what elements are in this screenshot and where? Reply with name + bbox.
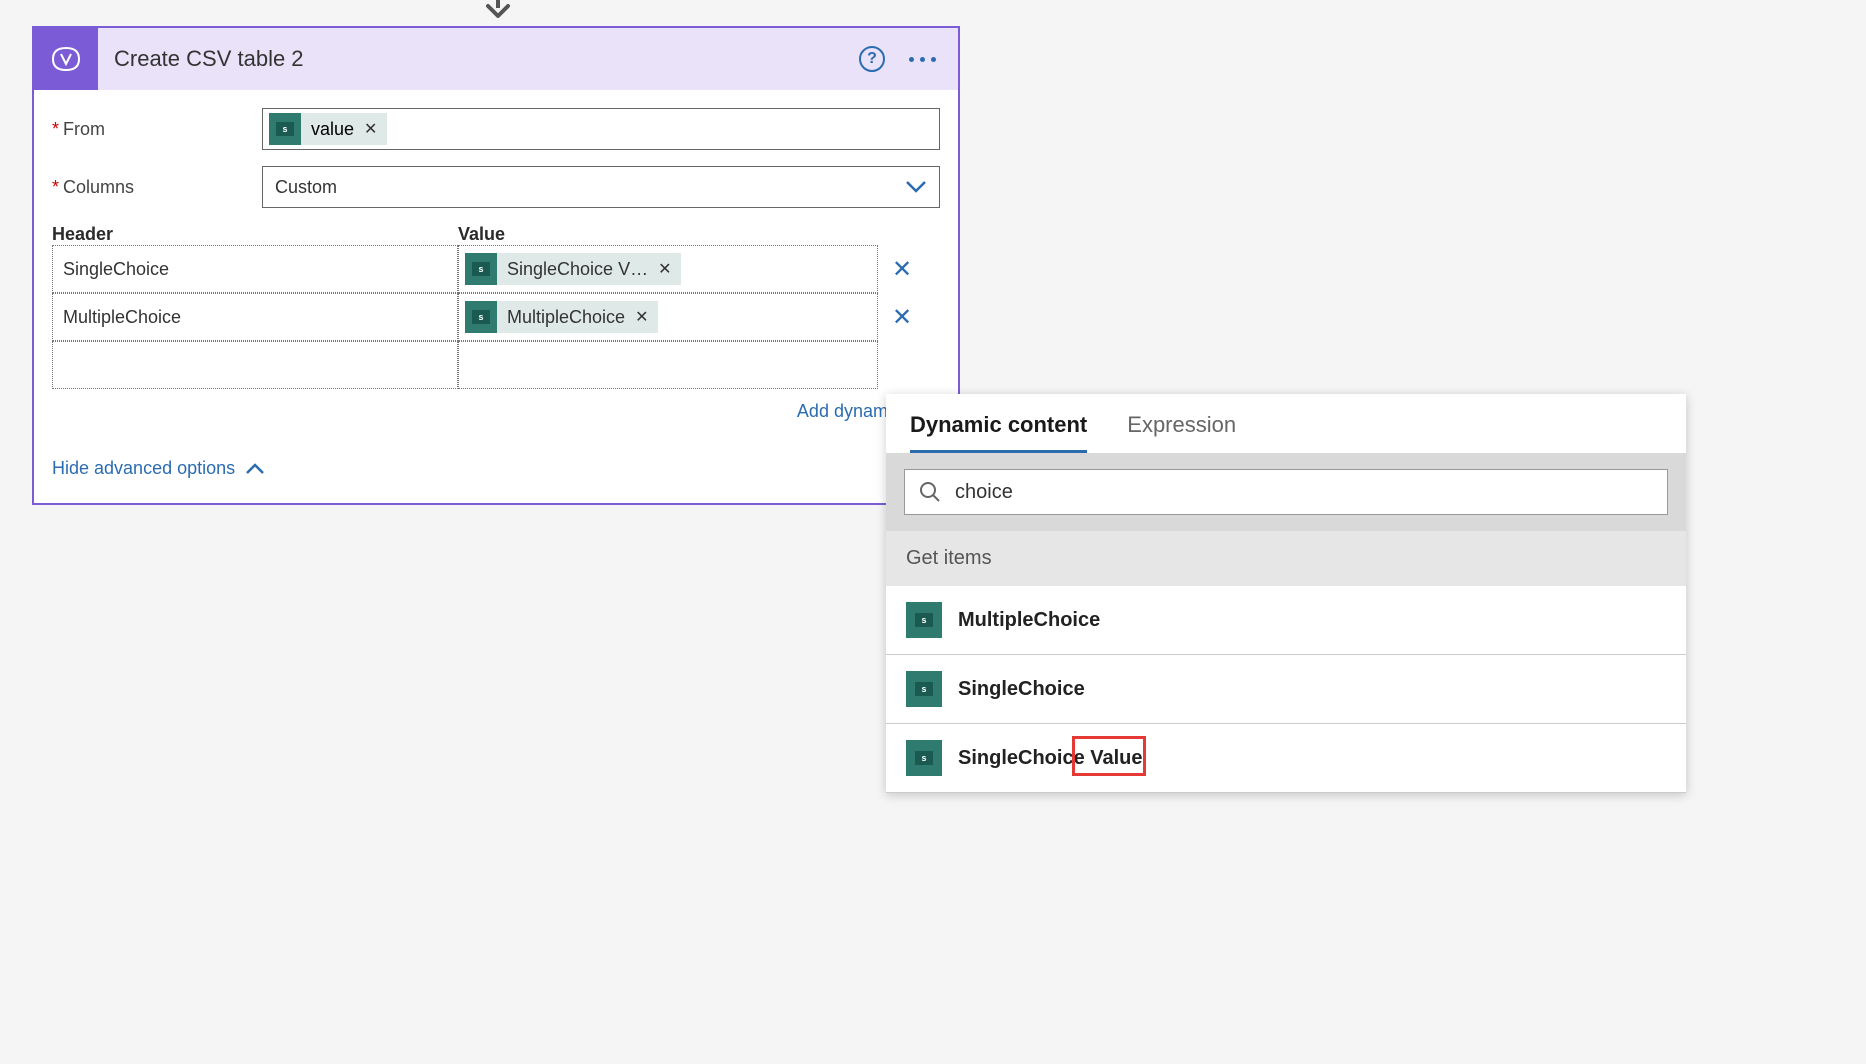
chevron-down-icon <box>905 180 927 194</box>
dyn-item-label: SingleChoice <box>958 678 1085 701</box>
sharepoint-icon: s <box>465 301 497 333</box>
from-label: *From <box>52 119 262 140</box>
value-input[interactable]: s MultipleChoice ✕ <box>458 293 878 341</box>
dynamic-content-section: Get items <box>886 531 1686 586</box>
sharepoint-icon: s <box>906 602 942 638</box>
action-card: Create CSV table 2 ? *From s value ✕ *Co… <box>32 26 960 505</box>
value-input[interactable]: s SingleChoice V… ✕ <box>458 245 878 293</box>
columns-header-heading: Header <box>52 224 458 245</box>
help-icon[interactable]: ? <box>859 46 885 72</box>
from-token-label: value <box>311 119 354 140</box>
columns-row: *Columns Custom <box>52 166 940 208</box>
more-menu-button[interactable] <box>905 53 940 66</box>
search-icon <box>919 481 941 503</box>
hide-advanced-options-toggle[interactable]: Hide advanced options <box>52 458 265 479</box>
chevron-up-icon <box>245 463 265 475</box>
columns-table: Header Value SingleChoice s SingleChoice… <box>52 224 940 389</box>
add-dynamic-content-link[interactable]: Add dynamic cont <box>52 401 940 422</box>
dyn-item-multiplechoice[interactable]: s MultipleChoice <box>886 586 1686 655</box>
sharepoint-icon: s <box>906 671 942 707</box>
from-input[interactable]: s value ✕ <box>262 108 940 150</box>
header-input[interactable]: SingleChoice <box>52 245 458 293</box>
remove-token-button[interactable]: ✕ <box>635 307 648 327</box>
columns-row-0: SingleChoice s SingleChoice V… ✕ ✕ <box>52 245 940 293</box>
data-operations-icon <box>34 28 98 90</box>
header-input[interactable]: MultipleChoice <box>52 293 458 341</box>
from-row: *From s value ✕ <box>52 108 940 150</box>
tab-expression[interactable]: Expression <box>1127 412 1236 453</box>
columns-mode-select[interactable]: Custom <box>262 166 940 208</box>
columns-label: *Columns <box>52 177 262 198</box>
value-token[interactable]: s MultipleChoice ✕ <box>465 301 658 333</box>
remove-token-button[interactable]: ✕ <box>364 119 377 139</box>
dynamic-content-panel: Dynamic content Expression Get items s M… <box>886 394 1686 793</box>
delete-row-placeholder <box>878 341 926 389</box>
tab-dynamic-content[interactable]: Dynamic content <box>910 412 1087 453</box>
dyn-item-singlechoice[interactable]: s SingleChoice <box>886 655 1686 724</box>
columns-row-1: MultipleChoice s MultipleChoice ✕ ✕ <box>52 293 940 341</box>
value-token-label: SingleChoice V… <box>507 259 648 280</box>
remove-token-button[interactable]: ✕ <box>658 259 671 279</box>
dyn-item-label: SingleChoice Value <box>958 747 1143 770</box>
columns-mode-value: Custom <box>275 177 337 198</box>
value-token-label: MultipleChoice <box>507 307 625 328</box>
search-input[interactable] <box>955 481 1653 504</box>
sharepoint-icon: s <box>465 253 497 285</box>
from-token[interactable]: s value ✕ <box>269 113 387 145</box>
dyn-item-singlechoice-value[interactable]: s SingleChoice Value <box>886 724 1686 793</box>
card-title: Create CSV table 2 <box>98 46 859 72</box>
sharepoint-icon: s <box>906 740 942 776</box>
delete-row-button[interactable]: ✕ <box>878 245 926 293</box>
card-header[interactable]: Create CSV table 2 ? <box>34 28 958 90</box>
sharepoint-icon: s <box>269 113 301 145</box>
dyn-item-label: MultipleChoice <box>958 609 1100 632</box>
delete-row-button[interactable]: ✕ <box>878 293 926 341</box>
flow-arrow-down-icon <box>480 0 516 20</box>
value-input[interactable] <box>458 341 878 389</box>
value-token[interactable]: s SingleChoice V… ✕ <box>465 253 681 285</box>
dynamic-content-search[interactable] <box>904 469 1668 515</box>
header-input[interactable] <box>52 341 458 389</box>
columns-row-new <box>52 341 940 389</box>
columns-value-heading: Value <box>458 224 940 245</box>
